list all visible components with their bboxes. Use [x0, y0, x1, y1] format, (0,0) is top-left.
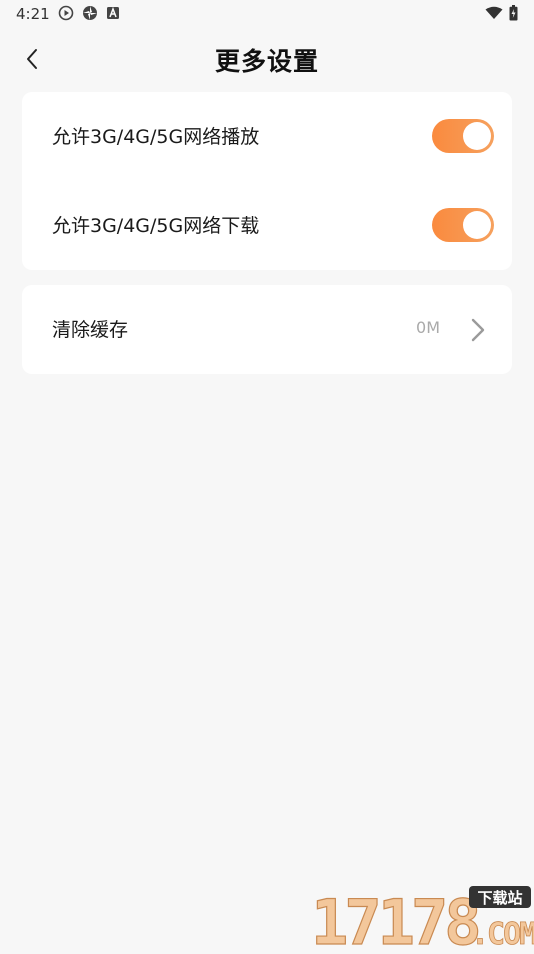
a-badge-icon	[107, 6, 119, 19]
status-bar: 4:21	[0, 0, 534, 28]
watermark-main-text: 17178	[311, 886, 478, 950]
network-play-label: 允许3G/4G/5G网络播放	[52, 126, 260, 148]
network-download-row: 允许3G/4G/5G网络下载	[22, 181, 512, 270]
chevron-right-icon	[471, 318, 485, 342]
status-icons-right	[485, 5, 518, 21]
watermark-tag-text: 下载站	[477, 889, 522, 907]
toggle-knob	[463, 122, 491, 150]
clear-cache-label: 清除缓存	[52, 319, 129, 341]
battery-icon	[509, 5, 518, 21]
watermark-logo: 17178 下载站 .COM	[309, 884, 534, 954]
page-title: 更多设置	[214, 47, 319, 76]
network-download-toggle[interactable]	[432, 208, 494, 242]
pinwheel-icon	[83, 6, 97, 20]
watermark-logo-graphic: 17178 下载站 .COM	[310, 885, 534, 954]
header: 更多设置	[0, 36, 534, 82]
clear-cache-card: 清除缓存 0M	[22, 285, 512, 374]
toggle-knob	[463, 211, 491, 239]
network-play-row: 允许3G/4G/5G网络播放	[22, 92, 512, 181]
network-settings-card: 允许3G/4G/5G网络播放 允许3G/4G/5G网络下载	[22, 92, 512, 270]
status-time: 4:21	[16, 5, 50, 23]
clear-cache-row[interactable]: 清除缓存 0M	[22, 285, 512, 374]
network-download-label: 允许3G/4G/5G网络下载	[52, 215, 260, 237]
cache-size-value: 0M	[416, 318, 440, 337]
network-play-toggle[interactable]	[432, 119, 494, 153]
wifi-icon	[485, 6, 503, 19]
watermark-suffix-text: .COM	[471, 917, 534, 950]
play-circle-icon	[58, 5, 74, 21]
status-icons-left	[58, 5, 120, 21]
